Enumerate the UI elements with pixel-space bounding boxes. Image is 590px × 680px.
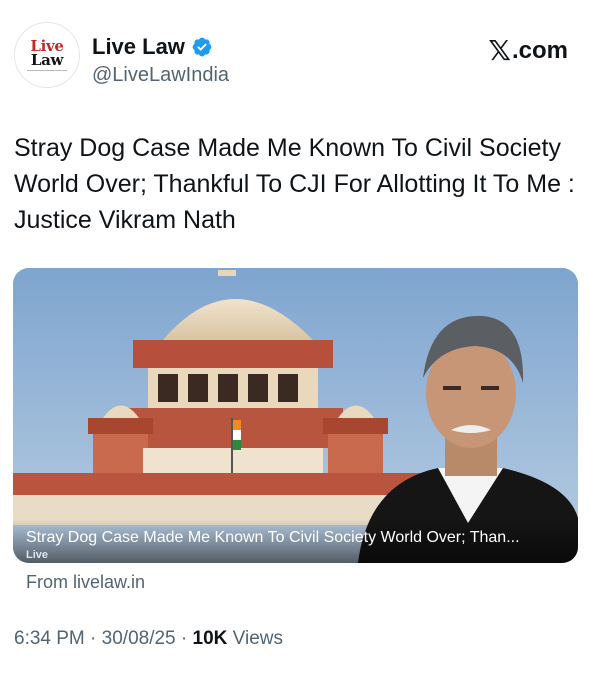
meta-separator: · [84, 628, 102, 649]
author-name-row[interactable]: Live Law [92, 34, 213, 60]
author-name[interactable]: Live Law [92, 34, 185, 60]
link-card-title: Stray Dog Case Made Me Known To Civil So… [26, 529, 520, 546]
link-card-badge: Live [26, 549, 49, 561]
link-card[interactable]: Stray Dog Case Made Me Known To Civil So… [13, 268, 578, 563]
tweet-header: Live Law Live Law @LiveLawIndia 𝕏 .com [0, 0, 590, 110]
tweet-meta: 6:34 PM · 30/08/25 · 10K Views [14, 628, 283, 650]
tweet-time[interactable]: 6:34 PM [14, 628, 85, 649]
tweet-date[interactable]: 30/08/25 [102, 628, 176, 649]
author-handle[interactable]: @LiveLawIndia [92, 64, 229, 87]
tweet-text: Stray Dog Case Made Me Known To Civil So… [14, 134, 575, 234]
x-com-logo: 𝕏 .com [488, 34, 568, 67]
link-source[interactable]: From livelaw.in [26, 572, 145, 593]
avatar-text-law: Law [30, 51, 64, 69]
meta-separator: · [175, 628, 193, 649]
avatar[interactable]: Live Law [14, 22, 80, 88]
avatar-rule [27, 70, 67, 71]
x-domain-text: .com [511, 36, 568, 64]
views-count: 10K [192, 628, 228, 649]
x-logo-icon: 𝕏 [488, 35, 511, 66]
verified-badge-icon [192, 37, 212, 57]
views-label: Views [227, 628, 283, 649]
